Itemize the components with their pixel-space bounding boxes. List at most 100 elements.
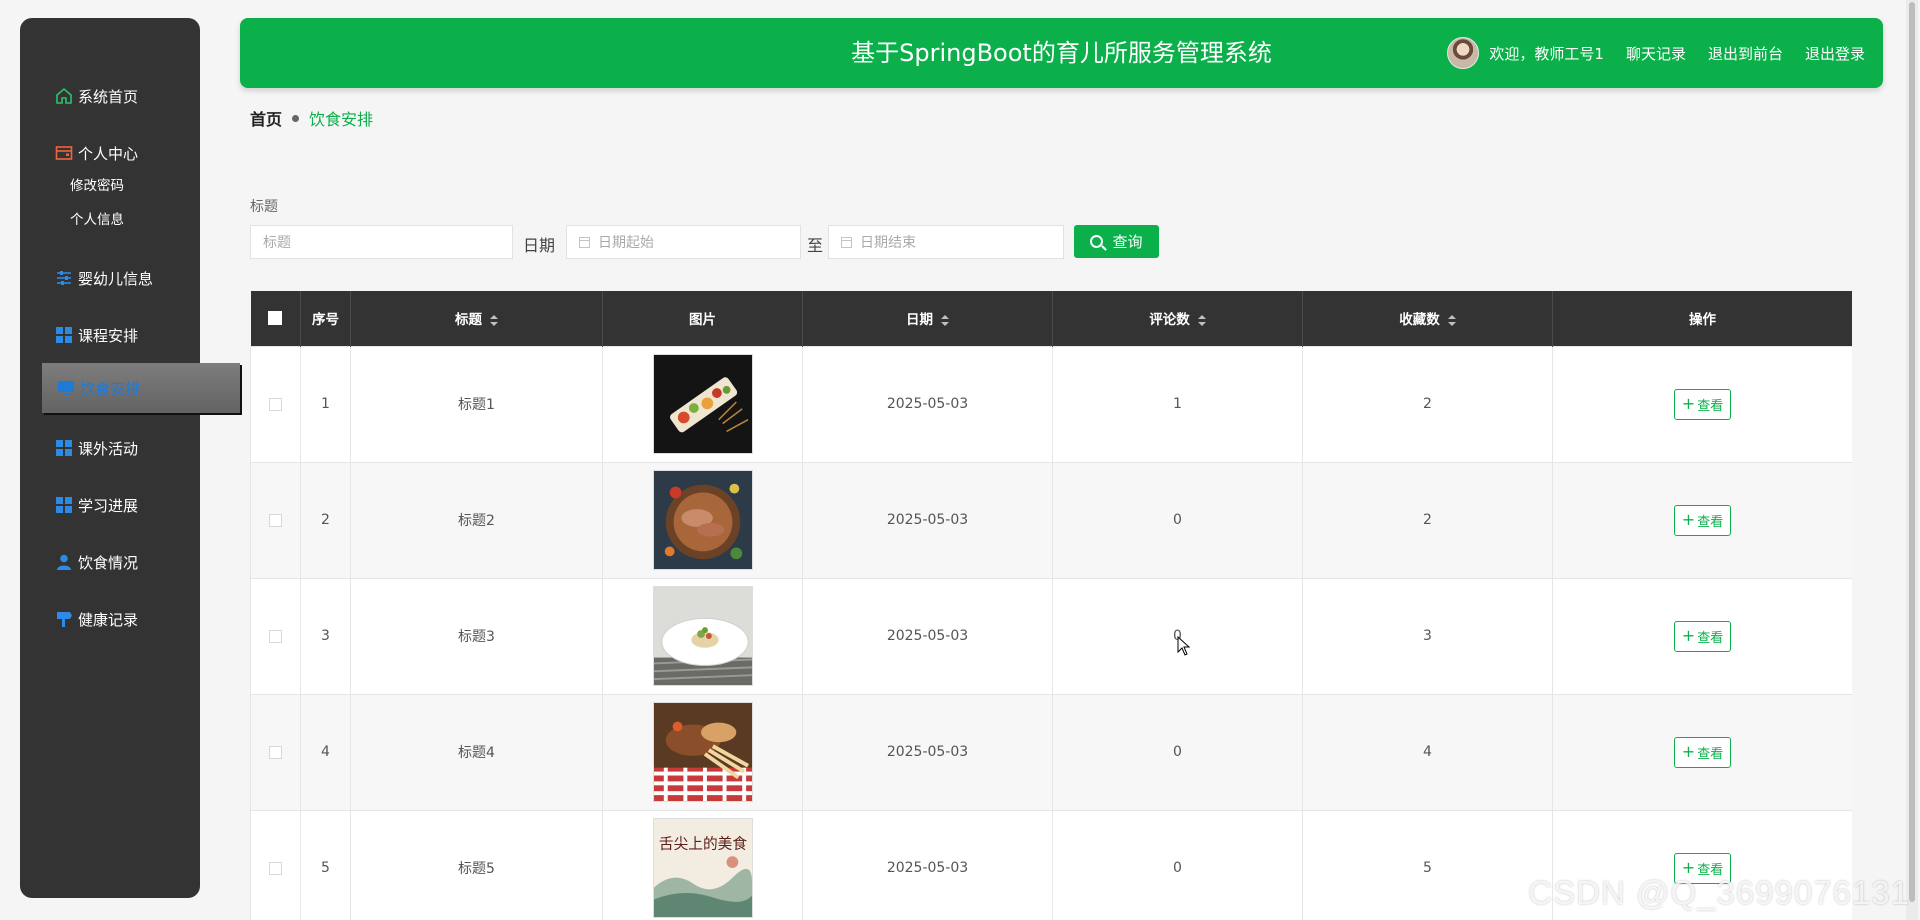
sidebar-item-label: 系统首页: [78, 87, 139, 106]
sort-icon[interactable]: [941, 314, 949, 326]
header-user-area: 欢迎，教师工号1 聊天记录 退出到前台 退出登录: [1447, 18, 1865, 88]
table-header-row: 序号 标题 图片 日期 评论数 收藏数 操作: [250, 291, 1852, 346]
row-image-cell: [602, 693, 803, 811]
row-actions: + 查看: [1552, 693, 1852, 811]
row-checkbox[interactable]: [269, 629, 282, 643]
food-thumbnail-image[interactable]: [652, 702, 753, 802]
column-header-label: 评论数: [1149, 312, 1190, 329]
column-header-label: 操作: [1689, 312, 1716, 329]
sidebar-item-label: 个人中心: [78, 144, 139, 163]
row-checkbox[interactable]: [269, 861, 282, 875]
sidebar-subitem-personal-info[interactable]: 个人信息: [70, 208, 124, 228]
sidebar-item-diet-arrangement[interactable]: 饮食安排: [42, 363, 240, 413]
sort-icon[interactable]: [490, 314, 498, 326]
row-comments: 1: [1052, 345, 1303, 463]
sort-icon[interactable]: [1197, 314, 1206, 326]
row-actions: + 查看: [1552, 577, 1852, 695]
row-favorites: 5: [1302, 809, 1553, 920]
row-image-cell: [602, 577, 803, 695]
column-header-label: 序号: [312, 312, 339, 329]
row-checkbox[interactable]: [269, 745, 282, 759]
select-all-checkbox[interactable]: [268, 311, 283, 326]
row-title: 标题5: [350, 809, 603, 920]
column-header-comments[interactable]: 评论数: [1052, 291, 1303, 346]
row-select-cell: [250, 577, 301, 695]
row-image-cell: [602, 461, 803, 579]
sidebar-item-health-records[interactable]: 健康记录: [20, 599, 200, 639]
sidebar-item-label: 课程安排: [78, 326, 139, 345]
column-header-date[interactable]: 日期: [802, 291, 1053, 346]
sidebar-item-label: 学习进展: [78, 496, 139, 515]
row-comments: 0: [1052, 693, 1303, 811]
chat-records-link[interactable]: 聊天记录: [1626, 43, 1686, 64]
page-scrollbar[interactable]: [1906, 0, 1918, 920]
row-checkbox[interactable]: [269, 513, 282, 527]
sidebar-item-diet-status[interactable]: 饮食情况: [20, 542, 200, 582]
table-row: 2 标题2 2025-05-03 0 2 + 查看: [250, 461, 1852, 579]
monitor-icon: [56, 378, 76, 398]
view-button-label: 查看: [1697, 630, 1724, 646]
row-date: 2025-05-03: [802, 693, 1053, 811]
signpost-icon: [54, 609, 74, 629]
search-icon: [1090, 235, 1104, 248]
row-no: 5: [300, 809, 351, 920]
view-button-label: 查看: [1697, 746, 1724, 762]
search-button[interactable]: 查询: [1074, 225, 1159, 258]
row-image-cell: 舌尖上的美食: [602, 809, 803, 920]
view-button[interactable]: + 查看: [1674, 388, 1731, 420]
user-icon: [54, 552, 74, 572]
sidebar-item-label: 饮食安排: [80, 379, 141, 398]
row-title: 标题4: [350, 693, 603, 811]
food-thumbnail-image[interactable]: [652, 586, 753, 686]
sidebar-item-infant-info[interactable]: 婴幼儿信息: [20, 258, 200, 298]
view-button[interactable]: + 查看: [1674, 620, 1731, 652]
title-search-input[interactable]: 标题: [250, 225, 513, 259]
date-end-input[interactable]: 日期结束: [828, 225, 1064, 259]
food-thumbnail-image[interactable]: [652, 354, 753, 454]
calendar-icon: [579, 236, 590, 248]
food-thumbnail-image[interactable]: [652, 470, 753, 570]
row-select-cell: [250, 809, 301, 920]
exit-to-frontend-link[interactable]: 退出到前台: [1708, 43, 1783, 64]
row-favorites: 4: [1302, 693, 1553, 811]
date-end-placeholder: 日期结束: [860, 235, 916, 251]
breadcrumb-home[interactable]: 首页: [250, 106, 282, 130]
sidebar-item-learning-progress[interactable]: 学习进展: [20, 485, 200, 525]
plus-icon: +: [1681, 742, 1696, 761]
column-header-favorites[interactable]: 收藏数: [1302, 291, 1553, 346]
select-all-cell: [250, 291, 301, 346]
row-no: 1: [300, 345, 351, 463]
date-start-placeholder: 日期起始: [598, 235, 654, 251]
poster-text: 舌尖上的美食: [658, 835, 746, 852]
row-checkbox[interactable]: [269, 397, 282, 411]
grid-icon: [54, 438, 74, 458]
column-header-label: 标题: [455, 312, 482, 329]
scrollbar-thumb[interactable]: [1909, 2, 1915, 902]
sidebar-item-extracurricular[interactable]: 课外活动: [20, 428, 200, 468]
view-button-label: 查看: [1697, 514, 1724, 530]
date-range-separator: 至: [807, 236, 824, 255]
column-header-title[interactable]: 标题: [350, 291, 603, 346]
row-comments: 0: [1052, 461, 1303, 579]
column-header-label: 收藏数: [1399, 312, 1440, 329]
date-start-input[interactable]: 日期起始: [566, 225, 801, 259]
sidebar-item-course-schedule[interactable]: 课程安排: [20, 315, 200, 355]
row-select-cell: [250, 693, 301, 811]
food-thumbnail-image[interactable]: 舌尖上的美食: [652, 818, 753, 918]
row-image-cell: [602, 345, 803, 463]
column-header-actions: 操作: [1552, 291, 1852, 346]
sidebar-item-home[interactable]: 系统首页: [20, 76, 200, 116]
view-button[interactable]: + 查看: [1674, 736, 1731, 768]
sort-icon[interactable]: [1447, 314, 1456, 326]
sidebar-item-personal-center[interactable]: 个人中心: [20, 133, 200, 173]
table-row: 4 标题4 2025-05-03 0 4 + 查看: [250, 693, 1852, 811]
logout-link[interactable]: 退出登录: [1805, 43, 1865, 64]
sidebar-subitem-change-password[interactable]: 修改密码: [70, 174, 124, 194]
view-button[interactable]: + 查看: [1674, 504, 1731, 536]
avatar[interactable]: [1447, 37, 1480, 69]
grid-icon: [54, 495, 74, 515]
row-select-cell: [250, 345, 301, 463]
table-row: 1 标题1 2025-05-03 1 2 + 查看: [250, 345, 1852, 463]
breadcrumb: 首页 饮食安排: [250, 106, 373, 130]
welcome-text: 欢迎，教师工号1: [1489, 44, 1604, 63]
